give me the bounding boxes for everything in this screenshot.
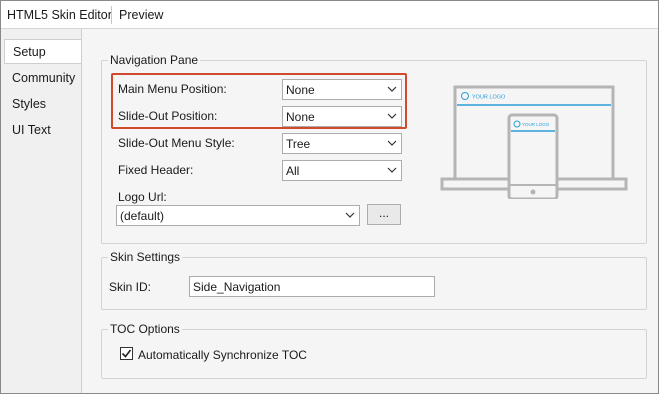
skin-settings-legend: Skin Settings [108, 250, 183, 264]
side-tab-ui-text[interactable]: UI Text [12, 123, 51, 137]
checkmark-icon [121, 349, 132, 358]
fixed-header-select[interactable]: All [282, 160, 402, 181]
slideout-menu-style-value: Tree [286, 137, 311, 151]
slideout-menu-style-select[interactable]: Tree [282, 133, 402, 154]
side-tab-community[interactable]: Community [12, 71, 75, 85]
highlight-box [111, 73, 407, 129]
laptop-logo-text: YOUR LOGO [472, 95, 506, 101]
side-tab-styles[interactable]: Styles [12, 97, 46, 111]
side-tab-list: Setup Community Styles UI Text [1, 29, 83, 393]
logo-url-combobox[interactable]: (default) [116, 205, 360, 226]
fixed-header-label: Fixed Header: [118, 163, 194, 177]
auto-sync-toc-label[interactable]: Automatically Synchronize TOC [138, 348, 307, 362]
chevron-down-icon [345, 212, 355, 218]
browse-logo-button[interactable]: ... [367, 204, 401, 225]
navigation-pane-legend: Navigation Pane [108, 53, 201, 67]
slideout-menu-style-label: Slide-Out Menu Style: [118, 136, 235, 150]
skin-id-label: Skin ID: [109, 280, 152, 294]
fixed-header-value: All [286, 164, 300, 178]
tab-preview[interactable]: Preview [119, 8, 163, 22]
side-tab-setup[interactable]: Setup [4, 39, 83, 64]
skin-id-input[interactable]: Side_Navigation [189, 276, 435, 297]
toc-options-legend: TOC Options [108, 322, 182, 336]
top-tab-bar: HTML5 Skin Editor Preview [1, 1, 658, 29]
tab-separator [111, 6, 112, 24]
phone-logo-text: YOUR LOGO [522, 122, 550, 127]
logo-url-value: (default) [120, 209, 165, 223]
tab-html5-skin-editor[interactable]: HTML5 Skin Editor [7, 8, 112, 22]
chevron-down-icon [387, 140, 397, 146]
logo-url-label: Logo Url: [118, 190, 167, 204]
setup-panel: Navigation Pane Main Menu Position: None… [81, 29, 658, 393]
auto-sync-toc-checkbox[interactable] [120, 347, 133, 360]
layout-preview-illustration: YOUR LOGO YOUR LOGO [440, 85, 628, 199]
skin-editor-window: HTML5 Skin Editor Preview Setup Communit… [0, 0, 659, 394]
phone-icon: YOUR LOGO [507, 113, 559, 199]
chevron-down-icon [387, 167, 397, 173]
